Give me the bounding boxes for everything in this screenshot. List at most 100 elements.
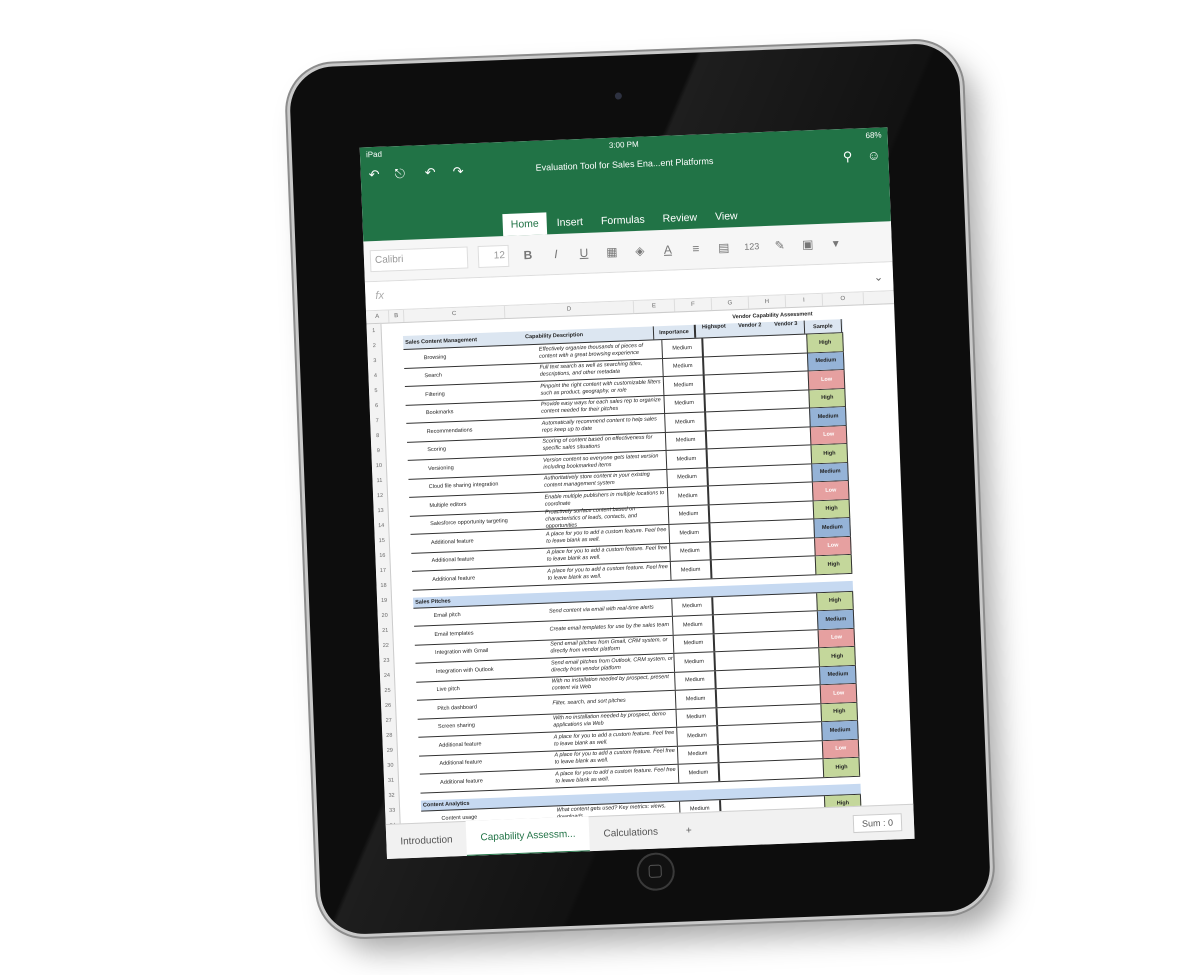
sample-rating-cell[interactable]: High <box>812 499 851 519</box>
row-number[interactable]: 2 <box>367 339 382 355</box>
vendor2-cell[interactable] <box>750 668 785 687</box>
sample-rating-cell[interactable]: Low <box>820 683 858 703</box>
importance-cell[interactable]: Medium <box>676 726 719 746</box>
feature-cell[interactable]: Additional feature <box>412 554 547 565</box>
feature-cell[interactable]: Versioning <box>408 461 543 472</box>
feature-cell[interactable]: Live pitch <box>416 683 551 694</box>
row-number[interactable]: 20 <box>377 609 392 625</box>
vendor3-cell[interactable] <box>786 685 821 704</box>
description-cell[interactable]: With no installation needed by prospect,… <box>552 674 675 693</box>
highspot-cell[interactable] <box>707 448 742 467</box>
vendor3-cell[interactable] <box>788 741 823 760</box>
sample-rating-cell[interactable]: Medium <box>807 351 845 371</box>
description-cell[interactable]: A place for you to add a custom feature.… <box>554 748 677 767</box>
highspot-cell[interactable] <box>706 430 741 449</box>
importance-cell[interactable]: Medium <box>665 449 708 469</box>
description-cell[interactable]: Version content so everyone gets latest … <box>543 453 666 472</box>
feature-cell[interactable]: Cloud file sharing integration <box>409 480 544 491</box>
highspot-cell[interactable] <box>714 632 749 651</box>
feature-cell[interactable]: Email templates <box>414 627 549 638</box>
highspot-cell[interactable] <box>704 356 739 375</box>
tab-view[interactable]: View <box>707 205 746 228</box>
row-number[interactable]: 31 <box>384 774 399 790</box>
vendor2-cell[interactable] <box>738 354 773 373</box>
description-cell[interactable]: Send email pitches from Gmail, CRM syste… <box>550 637 673 656</box>
highspot-cell[interactable] <box>719 743 754 762</box>
description-cell[interactable]: Full text search as well as searching ti… <box>539 360 662 379</box>
vendor2-cell[interactable] <box>739 373 774 392</box>
fill-color-icon[interactable]: ◈ <box>631 243 650 258</box>
sample-rating-cell[interactable]: Low <box>817 628 856 648</box>
feature-cell[interactable]: Additional feature <box>419 757 554 768</box>
importance-cell[interactable]: Medium <box>675 689 718 709</box>
vendor2-cell[interactable] <box>752 705 787 724</box>
description-cell[interactable]: A place for you to add a custom feature.… <box>547 564 670 583</box>
vendor3-cell[interactable] <box>779 519 814 538</box>
underline-icon[interactable]: U <box>575 246 594 261</box>
highspot-cell[interactable] <box>715 651 750 670</box>
sample-rating-cell[interactable]: Medium <box>817 609 855 629</box>
feature-cell[interactable]: Salesforce opportunity targeting <box>410 517 545 528</box>
vendor2-cell[interactable] <box>754 761 789 780</box>
font-name-field[interactable]: Calibri <box>369 246 469 273</box>
row-number[interactable]: 7 <box>370 414 385 430</box>
importance-cell[interactable]: Medium <box>670 560 713 580</box>
home-button[interactable] <box>635 851 676 892</box>
importance-cell[interactable]: Medium <box>672 615 715 635</box>
vendor2-cell[interactable] <box>752 724 787 743</box>
description-cell[interactable]: Send email pitches from Outlook, CRM sys… <box>551 656 674 675</box>
insert-delete-icon[interactable]: ▣ <box>798 237 817 252</box>
feature-cell[interactable]: Integration with Gmail <box>415 646 550 657</box>
description-cell[interactable]: With no installation needed by prospect,… <box>553 711 676 730</box>
highspot-cell[interactable] <box>713 595 748 614</box>
row-number[interactable]: 14 <box>374 519 389 535</box>
add-sheet-button[interactable]: + <box>671 813 706 848</box>
row-number[interactable]: 26 <box>381 699 396 715</box>
vendor2-cell[interactable] <box>742 465 777 484</box>
row-number[interactable]: 12 <box>373 489 388 505</box>
importance-cell[interactable]: Medium <box>671 596 714 616</box>
feature-cell[interactable]: Additional feature <box>420 775 555 786</box>
sample-rating-cell[interactable]: High <box>818 646 856 666</box>
vendor2-cell[interactable] <box>753 742 788 761</box>
sample-rating-cell[interactable]: Low <box>812 480 850 500</box>
vendor3-cell[interactable] <box>773 371 808 390</box>
row-number[interactable]: 16 <box>375 549 390 565</box>
feature-cell[interactable]: Integration with Outlook <box>416 664 551 675</box>
align-icon[interactable]: ≡ <box>687 241 706 256</box>
sample-rating-cell[interactable]: High <box>816 591 854 611</box>
merge-icon[interactable]: ▤ <box>715 240 734 255</box>
highspot-cell[interactable] <box>717 706 752 725</box>
sheet-tab[interactable]: Introduction <box>386 822 468 859</box>
bold-icon[interactable]: B <box>519 248 538 263</box>
sample-rating-cell[interactable]: High <box>826 849 864 854</box>
sample-rating-cell[interactable]: High <box>815 554 853 574</box>
feature-cell[interactable]: Browsing <box>404 351 539 362</box>
sample-rating-cell[interactable]: Medium <box>813 517 851 537</box>
description-cell[interactable]: Effectively organize thousands of pieces… <box>539 342 662 361</box>
vendor2-cell[interactable] <box>743 484 778 503</box>
importance-cell[interactable]: Medium <box>669 541 712 561</box>
vendor3-cell[interactable] <box>772 334 807 353</box>
feature-cell[interactable]: Email pitch <box>414 609 549 620</box>
description-cell[interactable]: Provide easy ways for each sales rep to … <box>541 397 664 416</box>
description-cell[interactable]: Send content via email with real-time al… <box>549 604 672 616</box>
description-cell[interactable]: A place for you to add a custom feature.… <box>555 766 678 785</box>
highspot-cell[interactable] <box>703 337 738 356</box>
vendor3-cell[interactable] <box>783 630 818 649</box>
importance-cell[interactable]: Medium <box>677 763 720 783</box>
sample-rating-cell[interactable]: Low <box>810 425 848 445</box>
column-header-o[interactable]: O <box>822 292 865 306</box>
column-header-i[interactable]: I <box>785 293 824 308</box>
row-number[interactable]: 33 <box>385 803 400 819</box>
description-cell[interactable]: Pinpoint the right content with customiz… <box>540 379 663 398</box>
row-number[interactable]: 15 <box>375 534 390 550</box>
highspot-cell[interactable] <box>708 467 743 486</box>
tab-review[interactable]: Review <box>654 206 705 230</box>
vendor3-cell[interactable] <box>781 556 816 575</box>
vendor2-cell[interactable] <box>747 594 782 613</box>
vendor2-cell[interactable] <box>741 428 776 447</box>
row-number[interactable]: 22 <box>379 639 394 655</box>
sample-rating-cell[interactable]: Low <box>814 536 852 556</box>
row-number[interactable]: 24 <box>380 669 395 685</box>
